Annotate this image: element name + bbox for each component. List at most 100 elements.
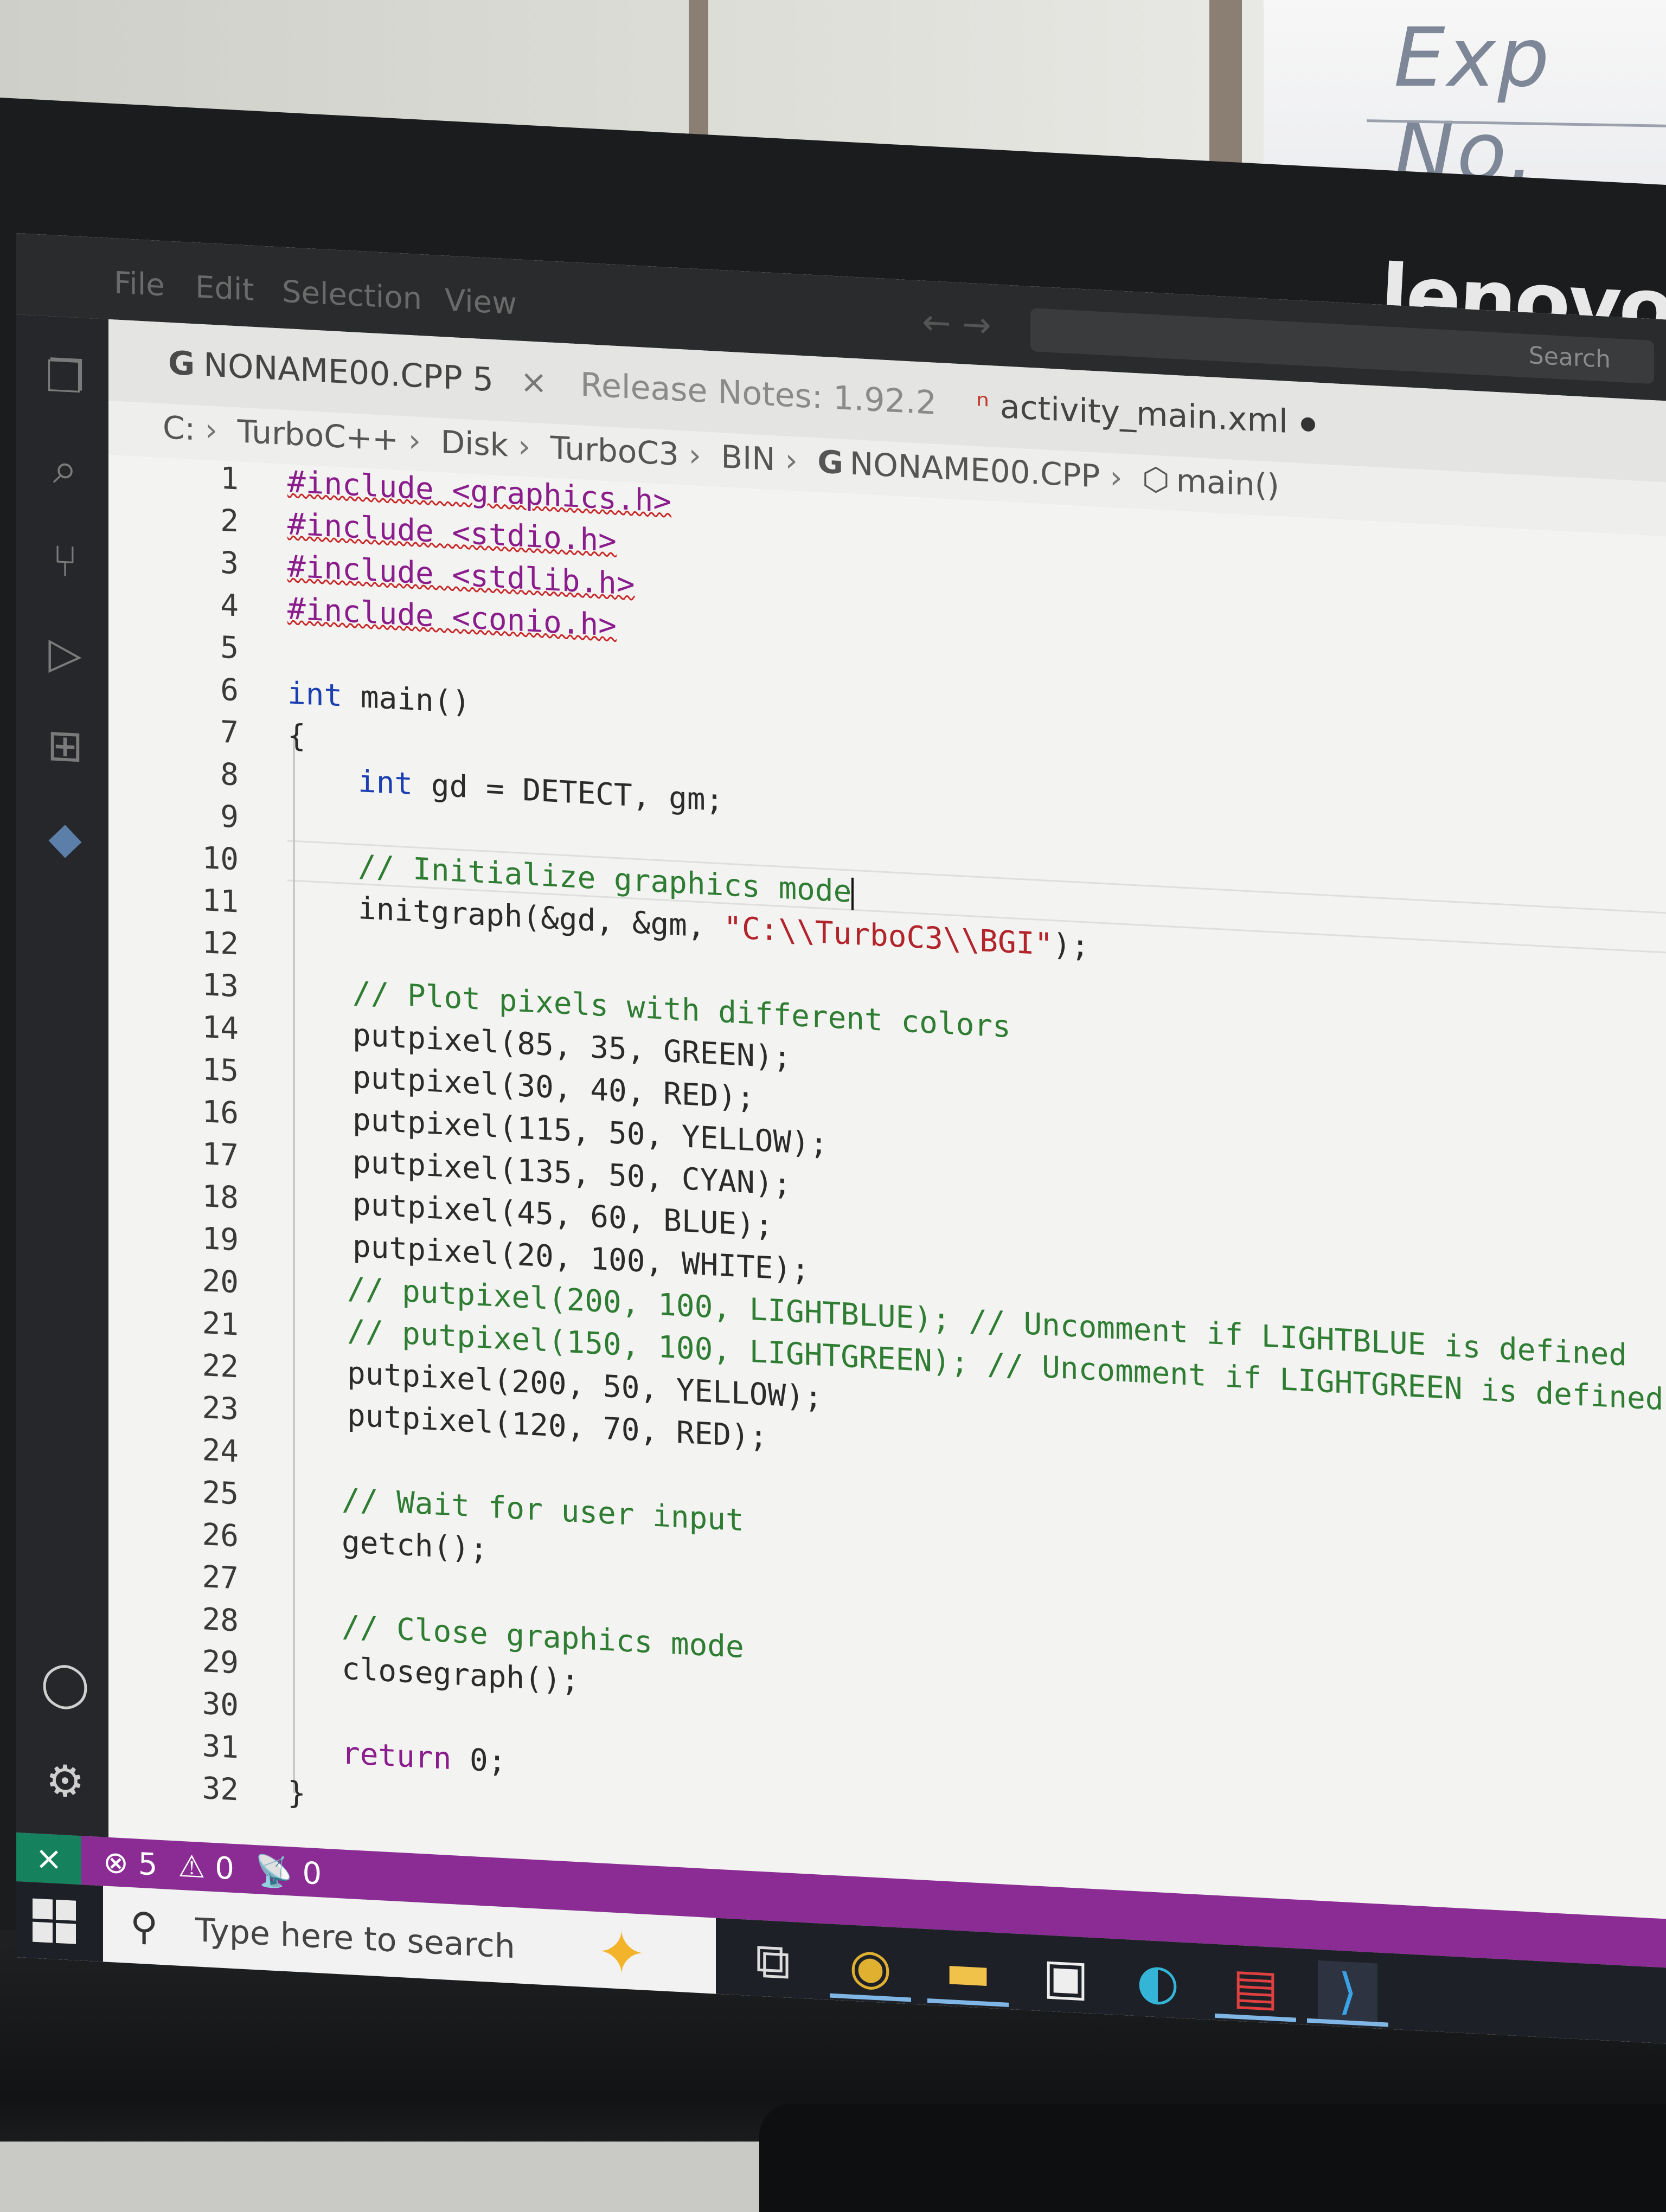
menu-view[interactable]: View: [445, 282, 517, 321]
line-number: 17: [202, 1136, 239, 1174]
cpp-file-icon: G: [817, 443, 843, 481]
code-line-7: {: [287, 718, 306, 754]
store-icon[interactable]: ▣: [1036, 1946, 1095, 2009]
search-placeholder: Search: [1528, 342, 1611, 374]
line-number: 14: [202, 1009, 239, 1047]
copilot-sparkle-icon[interactable]: ✦: [597, 1917, 646, 1989]
menu-edit[interactable]: Edit: [195, 269, 254, 308]
tab-release-notes[interactable]: Release Notes: 1.92.2: [580, 366, 937, 422]
line-number: 16: [202, 1094, 239, 1131]
activity-bar: ❐ ⌕ ⑂ ▷ ⊞ ◆ ◯ ⚙: [16, 314, 108, 1837]
line-number: 13: [202, 967, 239, 1005]
code-line-29: closegraph();: [342, 1651, 580, 1699]
breadcrumb-item[interactable]: Disk: [441, 423, 509, 464]
extensions-icon[interactable]: ⊞: [38, 717, 92, 774]
line-number: 28: [202, 1601, 239, 1639]
line-number: 10: [202, 840, 239, 878]
explorer-icon[interactable]: ❐: [38, 348, 92, 405]
line-number: 4: [220, 587, 239, 624]
desk-surface: [0, 2142, 759, 2212]
line-number: 11: [202, 882, 239, 920]
file-explorer-icon[interactable]: ▬: [938, 1940, 998, 2003]
keyword-int: int: [358, 764, 413, 802]
tab-label: NONAME00.CPP 5: [203, 346, 494, 400]
run-debug-icon[interactable]: ▷: [38, 625, 92, 681]
line-number: 22: [202, 1347, 239, 1385]
line-number: 32: [202, 1770, 239, 1808]
line-number: 7: [220, 714, 239, 751]
monitor-screen: File Edit Selection View ← → Search ❐ ⌕ …: [16, 233, 1666, 2044]
media-app-icon[interactable]: ▤: [1226, 1956, 1285, 2018]
line-number-gutter: 1 2 3 4 5 6 7 8 9 10 11 12 13 14 15 16 1…: [108, 455, 249, 1845]
breadcrumb-item[interactable]: C:: [163, 409, 195, 447]
keyword-int: int: [287, 676, 343, 714]
line-number: 25: [202, 1474, 239, 1512]
tab-noname00[interactable]: G NONAME00.CPP 5 ×: [168, 344, 547, 402]
cube-symbol-icon: ⬡: [1142, 460, 1170, 499]
windows-start-icon[interactable]: [33, 1898, 76, 1944]
warning-icon: ⚠: [178, 1848, 206, 1886]
code-text: 0;: [451, 1741, 507, 1780]
code-line-32: }: [287, 1775, 306, 1811]
code-line-6: int main(): [287, 676, 470, 721]
tab-activity-main[interactable]: ⁿ activity_main.xml: [976, 387, 1315, 442]
keyword-return: return: [342, 1735, 452, 1777]
line-number: 6: [220, 672, 239, 709]
line-number: 21: [202, 1305, 239, 1343]
line-number: 29: [202, 1643, 239, 1681]
python-icon[interactable]: ◆: [38, 809, 92, 866]
line-number: 26: [202, 1516, 239, 1554]
problems-status[interactable]: ⊗ 5 ⚠ 0: [103, 1844, 234, 1887]
line-number: 24: [202, 1432, 239, 1470]
code-line-8: int gd = DETECT, gm;: [358, 764, 723, 818]
indent-guide: [293, 735, 295, 1793]
code-area[interactable]: #include <graphics.h> #include <stdio.h>…: [287, 464, 1666, 1919]
line-number: 27: [202, 1559, 239, 1597]
menu-file[interactable]: File: [114, 265, 165, 303]
line-number: 12: [202, 924, 239, 962]
code-text: gd = DETECT, gm;: [413, 767, 724, 819]
tab-label: Release Notes: 1.92.2: [580, 365, 937, 422]
account-icon[interactable]: ◯: [38, 1655, 92, 1712]
code-editor[interactable]: 1 2 3 4 5 6 7 8 9 10 11 12 13 14 15 16 1…: [108, 454, 1666, 1919]
menu-selection[interactable]: Selection: [282, 274, 422, 317]
ports-status[interactable]: 📡 0: [255, 1853, 322, 1892]
whiteboard-writing: Exp No.: [1394, 11, 1552, 200]
search-icon: ⚲: [130, 1904, 158, 1950]
task-view-icon[interactable]: ⧉: [743, 1930, 803, 1993]
search-icon[interactable]: ⌕: [38, 440, 92, 497]
error-count: 5: [138, 1846, 158, 1883]
xml-file-icon: ⁿ: [976, 386, 989, 426]
settings-gear-icon[interactable]: ⚙: [38, 1752, 92, 1809]
line-number: 18: [202, 1178, 239, 1216]
breadcrumb-item[interactable]: BIN: [721, 438, 775, 478]
nav-arrows-icon[interactable]: ← →: [922, 303, 991, 346]
line-number: 3: [220, 545, 239, 582]
monitor-stand: [759, 2104, 1666, 2212]
vscode-icon[interactable]: ⟩: [1318, 1960, 1377, 2023]
cpp-file-icon: G: [168, 344, 195, 384]
text-cursor: [851, 877, 854, 910]
warning-count: 0: [215, 1850, 234, 1887]
source-control-icon[interactable]: ⑂: [38, 532, 92, 589]
line-number: 8: [220, 756, 239, 793]
line-number: 31: [202, 1728, 239, 1766]
error-icon: ⊗: [103, 1844, 129, 1881]
broadcast-icon: 📡: [255, 1853, 293, 1891]
line-number: 1: [220, 460, 239, 497]
breadcrumb-item[interactable]: main(): [1176, 462, 1279, 504]
line-number: 30: [202, 1686, 239, 1724]
breadcrumb-item[interactable]: NONAME00.CPP: [850, 445, 1100, 495]
code-text: );: [1053, 927, 1090, 964]
line-number: 19: [202, 1220, 239, 1258]
line-number: 15: [202, 1051, 239, 1089]
taskbar-search-placeholder: Type here to search: [195, 1911, 515, 1966]
tab-close-icon[interactable]: ×: [520, 363, 547, 402]
breadcrumb-item[interactable]: TurboC++: [238, 413, 399, 458]
ports-count: 0: [302, 1855, 322, 1892]
unsaved-dot-icon: [1300, 417, 1315, 432]
remote-indicator-icon[interactable]: ⨯: [16, 1832, 81, 1885]
chrome-icon[interactable]: ◉: [841, 1935, 900, 1998]
breadcrumb-item[interactable]: TurboC3: [550, 429, 679, 473]
edge-icon[interactable]: ◐: [1128, 1950, 1188, 2013]
